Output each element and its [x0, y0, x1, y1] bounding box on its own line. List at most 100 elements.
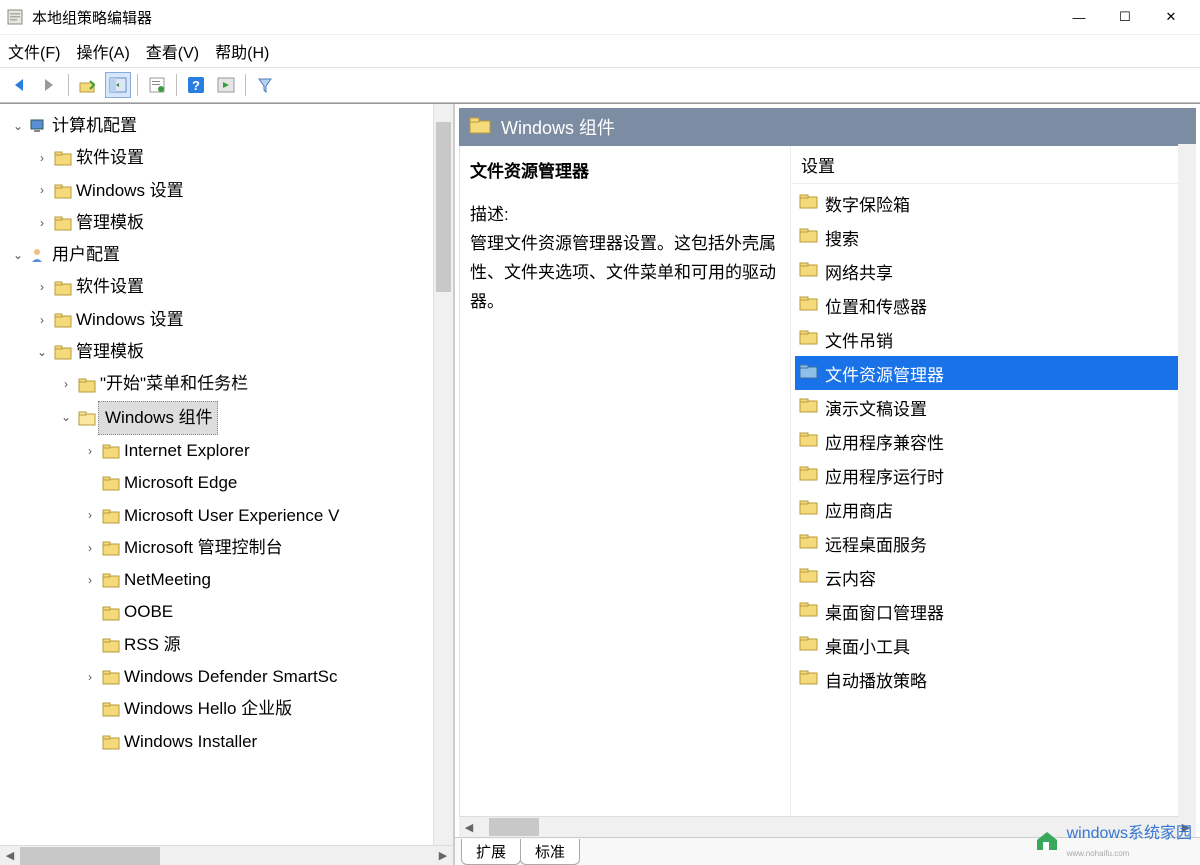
properties-button[interactable]	[144, 72, 170, 98]
folder-icon	[799, 567, 819, 588]
menu-help[interactable]: 帮助(H)	[215, 39, 269, 63]
chevron-right-icon[interactable]: ›	[80, 666, 100, 689]
chevron-right-icon[interactable]: ›	[32, 212, 52, 235]
tree-node-netmeeting[interactable]: › NetMeeting	[4, 564, 453, 596]
policy-tree[interactable]: ⌄ 计算机配置 › 软件设置 › Windows 设置 › 管理模板 ⌄	[0, 104, 453, 845]
help-button[interactable]: ?	[183, 72, 209, 98]
list-item[interactable]: 云内容	[795, 560, 1191, 594]
chevron-right-icon[interactable]: ›	[56, 373, 76, 396]
list-item[interactable]: 文件资源管理器	[795, 356, 1191, 390]
chevron-right-icon[interactable]: ›	[32, 179, 52, 202]
tree-node-computer-config[interactable]: ⌄ 计算机配置	[4, 110, 453, 142]
show-hide-tree-button[interactable]	[105, 72, 131, 98]
filter-button[interactable]	[252, 72, 278, 98]
scroll-thumb[interactable]	[20, 847, 160, 865]
tree-node-user-config[interactable]: ⌄ 用户配置	[4, 239, 453, 271]
scroll-left-icon[interactable]: ◀	[0, 849, 20, 862]
folder-icon	[100, 475, 122, 491]
chevron-down-icon[interactable]: ⌄	[8, 244, 28, 267]
menu-view[interactable]: 查看(V)	[146, 39, 199, 63]
tree-node-mmc[interactable]: › Microsoft 管理控制台	[4, 532, 453, 564]
tab-standard[interactable]: 标准	[520, 839, 580, 865]
list-item[interactable]: 应用商店	[795, 492, 1191, 526]
list-item-label: 数字保险箱	[825, 191, 910, 216]
scroll-thumb[interactable]	[436, 122, 451, 292]
folder-icon	[469, 116, 491, 139]
menu-bar: 文件(F) 操作(A) 查看(V) 帮助(H)	[0, 35, 1200, 67]
menu-action[interactable]: 操作(A)	[76, 39, 129, 63]
forward-button[interactable]	[36, 72, 62, 98]
tree-node-oobe[interactable]: › OOBE	[4, 596, 453, 628]
folder-icon	[799, 329, 819, 350]
folder-icon	[799, 533, 819, 554]
chevron-right-icon[interactable]: ›	[32, 276, 52, 299]
list-item[interactable]: 位置和传感器	[795, 288, 1191, 322]
up-button[interactable]	[75, 72, 101, 98]
chevron-right-icon[interactable]: ›	[80, 504, 100, 527]
tree-node-start-taskbar[interactable]: › "开始"菜单和任务栏	[4, 368, 453, 400]
list-item[interactable]: 自动播放策略	[795, 662, 1191, 696]
list-item[interactable]: 文件吊销	[795, 322, 1191, 356]
tree-vscrollbar[interactable]	[433, 104, 453, 845]
list-item[interactable]: 应用程序运行时	[795, 458, 1191, 492]
minimize-button[interactable]: —	[1056, 2, 1102, 32]
list-item-label: 桌面小工具	[825, 633, 910, 658]
list-item[interactable]: 网络共享	[795, 254, 1191, 288]
close-button[interactable]: ✕	[1148, 2, 1194, 32]
folder-icon	[799, 635, 819, 656]
chevron-down-icon[interactable]: ⌄	[8, 115, 28, 138]
tree-node-rss[interactable]: › RSS 源	[4, 629, 453, 661]
list-item[interactable]: 数字保险箱	[795, 186, 1191, 220]
list-item-label: 远程桌面服务	[825, 531, 927, 556]
tree-node-hello[interactable]: › Windows Hello 企业版	[4, 693, 453, 725]
details-vscrollbar[interactable]	[1178, 144, 1196, 817]
watermark-subtext: www.nohaifu.com	[1067, 849, 1130, 858]
tree-node-uc-templates[interactable]: ⌄ 管理模板	[4, 336, 453, 368]
chevron-down-icon[interactable]: ⌄	[32, 341, 52, 364]
tree-node-muev[interactable]: › Microsoft User Experience V	[4, 500, 453, 532]
folder-icon	[799, 499, 819, 520]
list-item[interactable]: 搜索	[795, 220, 1191, 254]
tree-node-ie[interactable]: › Internet Explorer	[4, 435, 453, 467]
tree-node-cc-templates[interactable]: › 管理模板	[4, 207, 453, 239]
list-item[interactable]: 桌面窗口管理器	[795, 594, 1191, 628]
scroll-left-icon[interactable]: ◀	[459, 821, 479, 834]
tree-node-edge[interactable]: › Microsoft Edge	[4, 467, 453, 499]
selected-item-title: 文件资源管理器	[470, 158, 780, 187]
scroll-right-icon[interactable]: ▶	[433, 849, 453, 862]
tree-hscrollbar[interactable]: ◀ ▶	[0, 845, 453, 865]
chevron-right-icon[interactable]: ›	[32, 309, 52, 332]
folder-icon	[100, 508, 122, 524]
chevron-right-icon[interactable]: ›	[80, 440, 100, 463]
menu-file[interactable]: 文件(F)	[8, 39, 60, 63]
list-item-label: 演示文稿设置	[825, 395, 927, 420]
list-item[interactable]: 应用程序兼容性	[795, 424, 1191, 458]
refresh-button[interactable]	[213, 72, 239, 98]
description-label: 描述:	[470, 201, 780, 230]
chevron-down-icon[interactable]: ⌄	[56, 406, 76, 429]
list-item[interactable]: 演示文稿设置	[795, 390, 1191, 424]
folder-icon	[52, 280, 74, 296]
list-item[interactable]: 桌面小工具	[795, 628, 1191, 662]
scroll-thumb[interactable]	[489, 818, 539, 836]
tree-node-defender-smartscreen[interactable]: › Windows Defender SmartSc	[4, 661, 453, 693]
tree-node-installer[interactable]: › Windows Installer	[4, 726, 453, 758]
list-item-label: 自动播放策略	[825, 667, 927, 692]
settings-column-header[interactable]: 设置	[791, 146, 1195, 184]
tree-node-cc-software[interactable]: › 软件设置	[4, 142, 453, 174]
maximize-button[interactable]: ☐	[1102, 2, 1148, 32]
tree-node-windows-components[interactable]: ⌄ Windows 组件	[4, 401, 453, 435]
tab-extended[interactable]: 扩展	[461, 839, 521, 865]
settings-column: 设置 数字保险箱搜索网络共享位置和传感器文件吊销文件资源管理器演示文稿设置应用程…	[790, 146, 1195, 816]
tree-node-cc-windows[interactable]: › Windows 设置	[4, 175, 453, 207]
tree-node-uc-windows[interactable]: › Windows 设置	[4, 304, 453, 336]
folder-icon	[799, 363, 819, 384]
folder-icon	[100, 669, 122, 685]
chevron-right-icon[interactable]: ›	[80, 537, 100, 560]
settings-list[interactable]: 数字保险箱搜索网络共享位置和传感器文件吊销文件资源管理器演示文稿设置应用程序兼容…	[791, 184, 1195, 816]
back-button[interactable]	[6, 72, 32, 98]
chevron-right-icon[interactable]: ›	[80, 569, 100, 592]
list-item[interactable]: 远程桌面服务	[795, 526, 1191, 560]
tree-node-uc-software[interactable]: › 软件设置	[4, 271, 453, 303]
chevron-right-icon[interactable]: ›	[32, 147, 52, 170]
